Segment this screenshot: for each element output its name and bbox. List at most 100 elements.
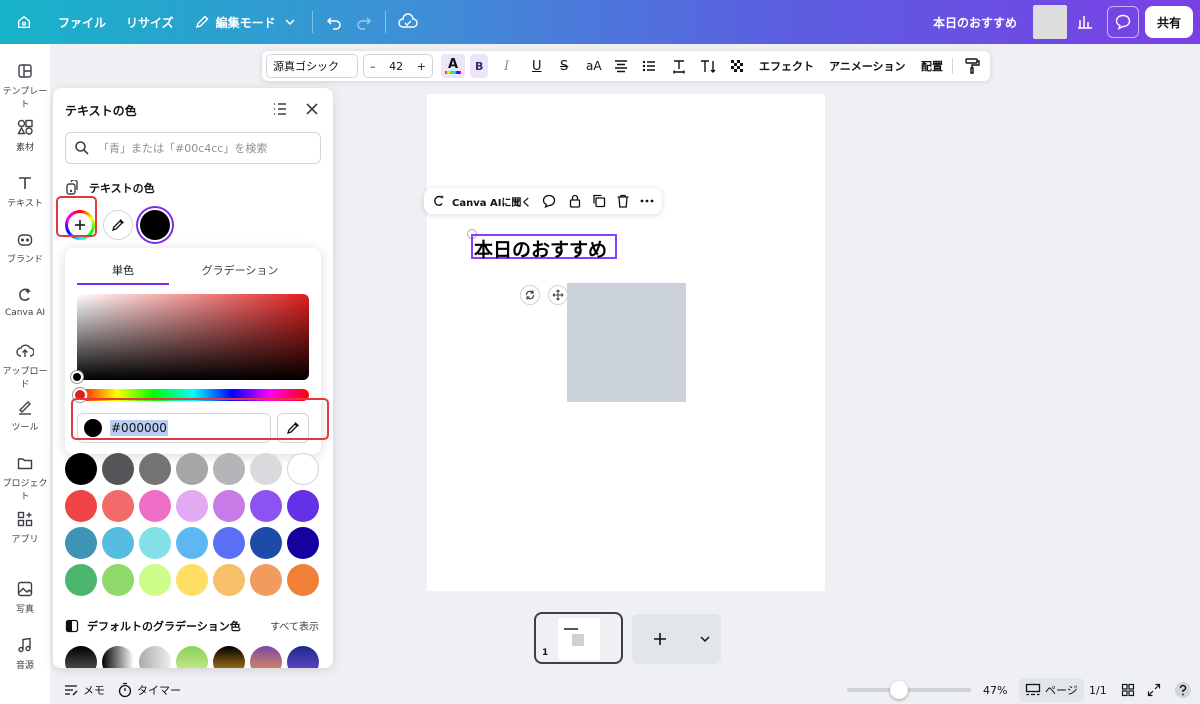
palette-swatch[interactable] [250,453,282,485]
tab-solid[interactable]: 単色 [77,262,169,278]
move-button[interactable] [549,286,567,304]
rail-brand[interactable]: ブランド [0,230,50,265]
comment-add-icon[interactable] [541,193,557,209]
collaborator-avatar[interactable] [1032,5,1067,39]
palette-swatch[interactable] [139,527,171,559]
palette-swatch[interactable] [250,564,282,596]
chevron-down-icon[interactable] [699,633,711,645]
palette-swatch[interactable] [250,527,282,559]
lock-icon[interactable] [567,193,583,209]
gradient-swatch[interactable] [102,646,134,668]
palette-swatch[interactable] [213,564,245,596]
palette-swatch[interactable] [213,490,245,522]
strikethrough-button[interactable]: S [560,51,568,81]
font-size-value[interactable]: 42 [389,60,403,73]
duplicate-icon[interactable] [591,193,607,209]
rail-template[interactable]: テンプレート [0,62,50,110]
palette-swatch[interactable] [213,453,245,485]
italic-button[interactable]: I [504,51,509,81]
page-count[interactable]: 1/1 [1089,684,1107,697]
rail-apps[interactable]: アプリ [0,510,50,545]
show-all-link[interactable]: すべて表示 [270,618,319,633]
rotate-button[interactable] [521,286,539,304]
ask-canva-ai-button[interactable]: Canva AIに聞く [452,194,531,209]
timer-button[interactable]: タイマー [117,682,181,698]
palette-swatch[interactable] [102,527,134,559]
rail-tools[interactable]: ツール [0,398,50,433]
share-button[interactable]: 共有 [1144,6,1193,38]
zoom-slider-handle[interactable] [890,681,908,699]
palette-swatch[interactable] [176,564,208,596]
rail-elements[interactable]: 素材 [0,118,50,153]
gradient-swatch[interactable] [65,646,97,668]
rail-audio[interactable]: 音源 [0,636,50,671]
palette-swatch[interactable] [102,453,134,485]
rail-projects[interactable]: プロジェクト [0,454,50,502]
palette-swatch[interactable] [139,490,171,522]
home-button[interactable] [6,6,42,38]
gradient-swatch[interactable] [176,646,208,668]
underline-button[interactable]: U [532,51,542,81]
gradient-swatch[interactable] [287,646,319,668]
file-menu[interactable]: ファイル [48,6,116,38]
palette-swatch[interactable] [176,453,208,485]
increase-size-button[interactable]: + [417,60,426,73]
zoom-level[interactable]: 47% [983,684,1007,697]
search-input[interactable] [98,141,308,155]
palette-swatch[interactable] [65,527,97,559]
gradient-swatch[interactable] [250,646,282,668]
add-page-button[interactable] [632,614,721,664]
palette-swatch[interactable] [287,564,319,596]
gradient-swatch[interactable] [139,646,171,668]
notes-button[interactable]: メモ [63,682,105,698]
document-title[interactable]: 本日のおすすめ [933,14,1017,31]
palette-swatch[interactable] [287,490,319,522]
gray-rectangle-element[interactable] [567,283,686,402]
palette-swatch[interactable] [176,527,208,559]
decrease-size-button[interactable]: – [370,60,376,73]
vertical-text-button[interactable] [699,51,717,81]
align-button[interactable] [613,51,629,81]
rail-text[interactable]: テキスト [0,174,50,209]
animation-button[interactable]: アニメーション [829,51,906,81]
sv-handle[interactable] [71,371,83,383]
close-panel-button[interactable] [303,100,321,121]
current-color-swatch[interactable] [140,210,170,240]
undo-button[interactable] [319,6,349,38]
list-button[interactable] [641,51,657,81]
help-icon[interactable] [1173,680,1193,700]
gradient-swatch[interactable] [213,646,245,668]
rail-photos[interactable]: 写真 [0,580,50,615]
insights-button[interactable] [1069,6,1101,38]
spacing-button[interactable] [671,51,687,81]
resize-menu[interactable]: リサイズ [116,6,184,38]
palette-swatch[interactable] [139,453,171,485]
palette-swatch[interactable] [176,490,208,522]
trash-icon[interactable] [615,193,631,209]
palette-swatch[interactable] [65,453,97,485]
edit-mode-menu[interactable]: 編集モード [184,6,306,38]
palette-swatch[interactable] [287,453,319,485]
grid-view-icon[interactable] [1121,683,1135,697]
copy-style-button[interactable] [964,51,980,81]
palette-swatch[interactable] [287,527,319,559]
redo-button[interactable] [349,6,379,38]
list-view-button[interactable] [271,100,289,121]
page-thumbnail[interactable]: 1 [534,612,623,664]
position-button[interactable]: 配置 [921,51,943,81]
effects-button[interactable]: エフェクト [759,51,814,81]
zoom-slider[interactable] [847,688,971,692]
eyedropper-button[interactable] [103,210,133,240]
palette-swatch[interactable] [139,564,171,596]
palette-swatch[interactable] [65,490,97,522]
palette-swatch[interactable] [213,527,245,559]
selected-text-box[interactable]: 本日のおすすめ [471,234,617,261]
rail-upload[interactable]: アップロード [0,342,50,390]
text-color-button[interactable]: A [441,54,465,78]
cloud-save-button[interactable] [392,6,424,38]
transparency-button[interactable] [729,51,745,81]
pages-view-button[interactable]: ページ [1019,678,1084,702]
palette-swatch[interactable] [65,564,97,596]
color-search[interactable] [65,132,321,164]
saturation-value-picker[interactable] [77,294,309,380]
